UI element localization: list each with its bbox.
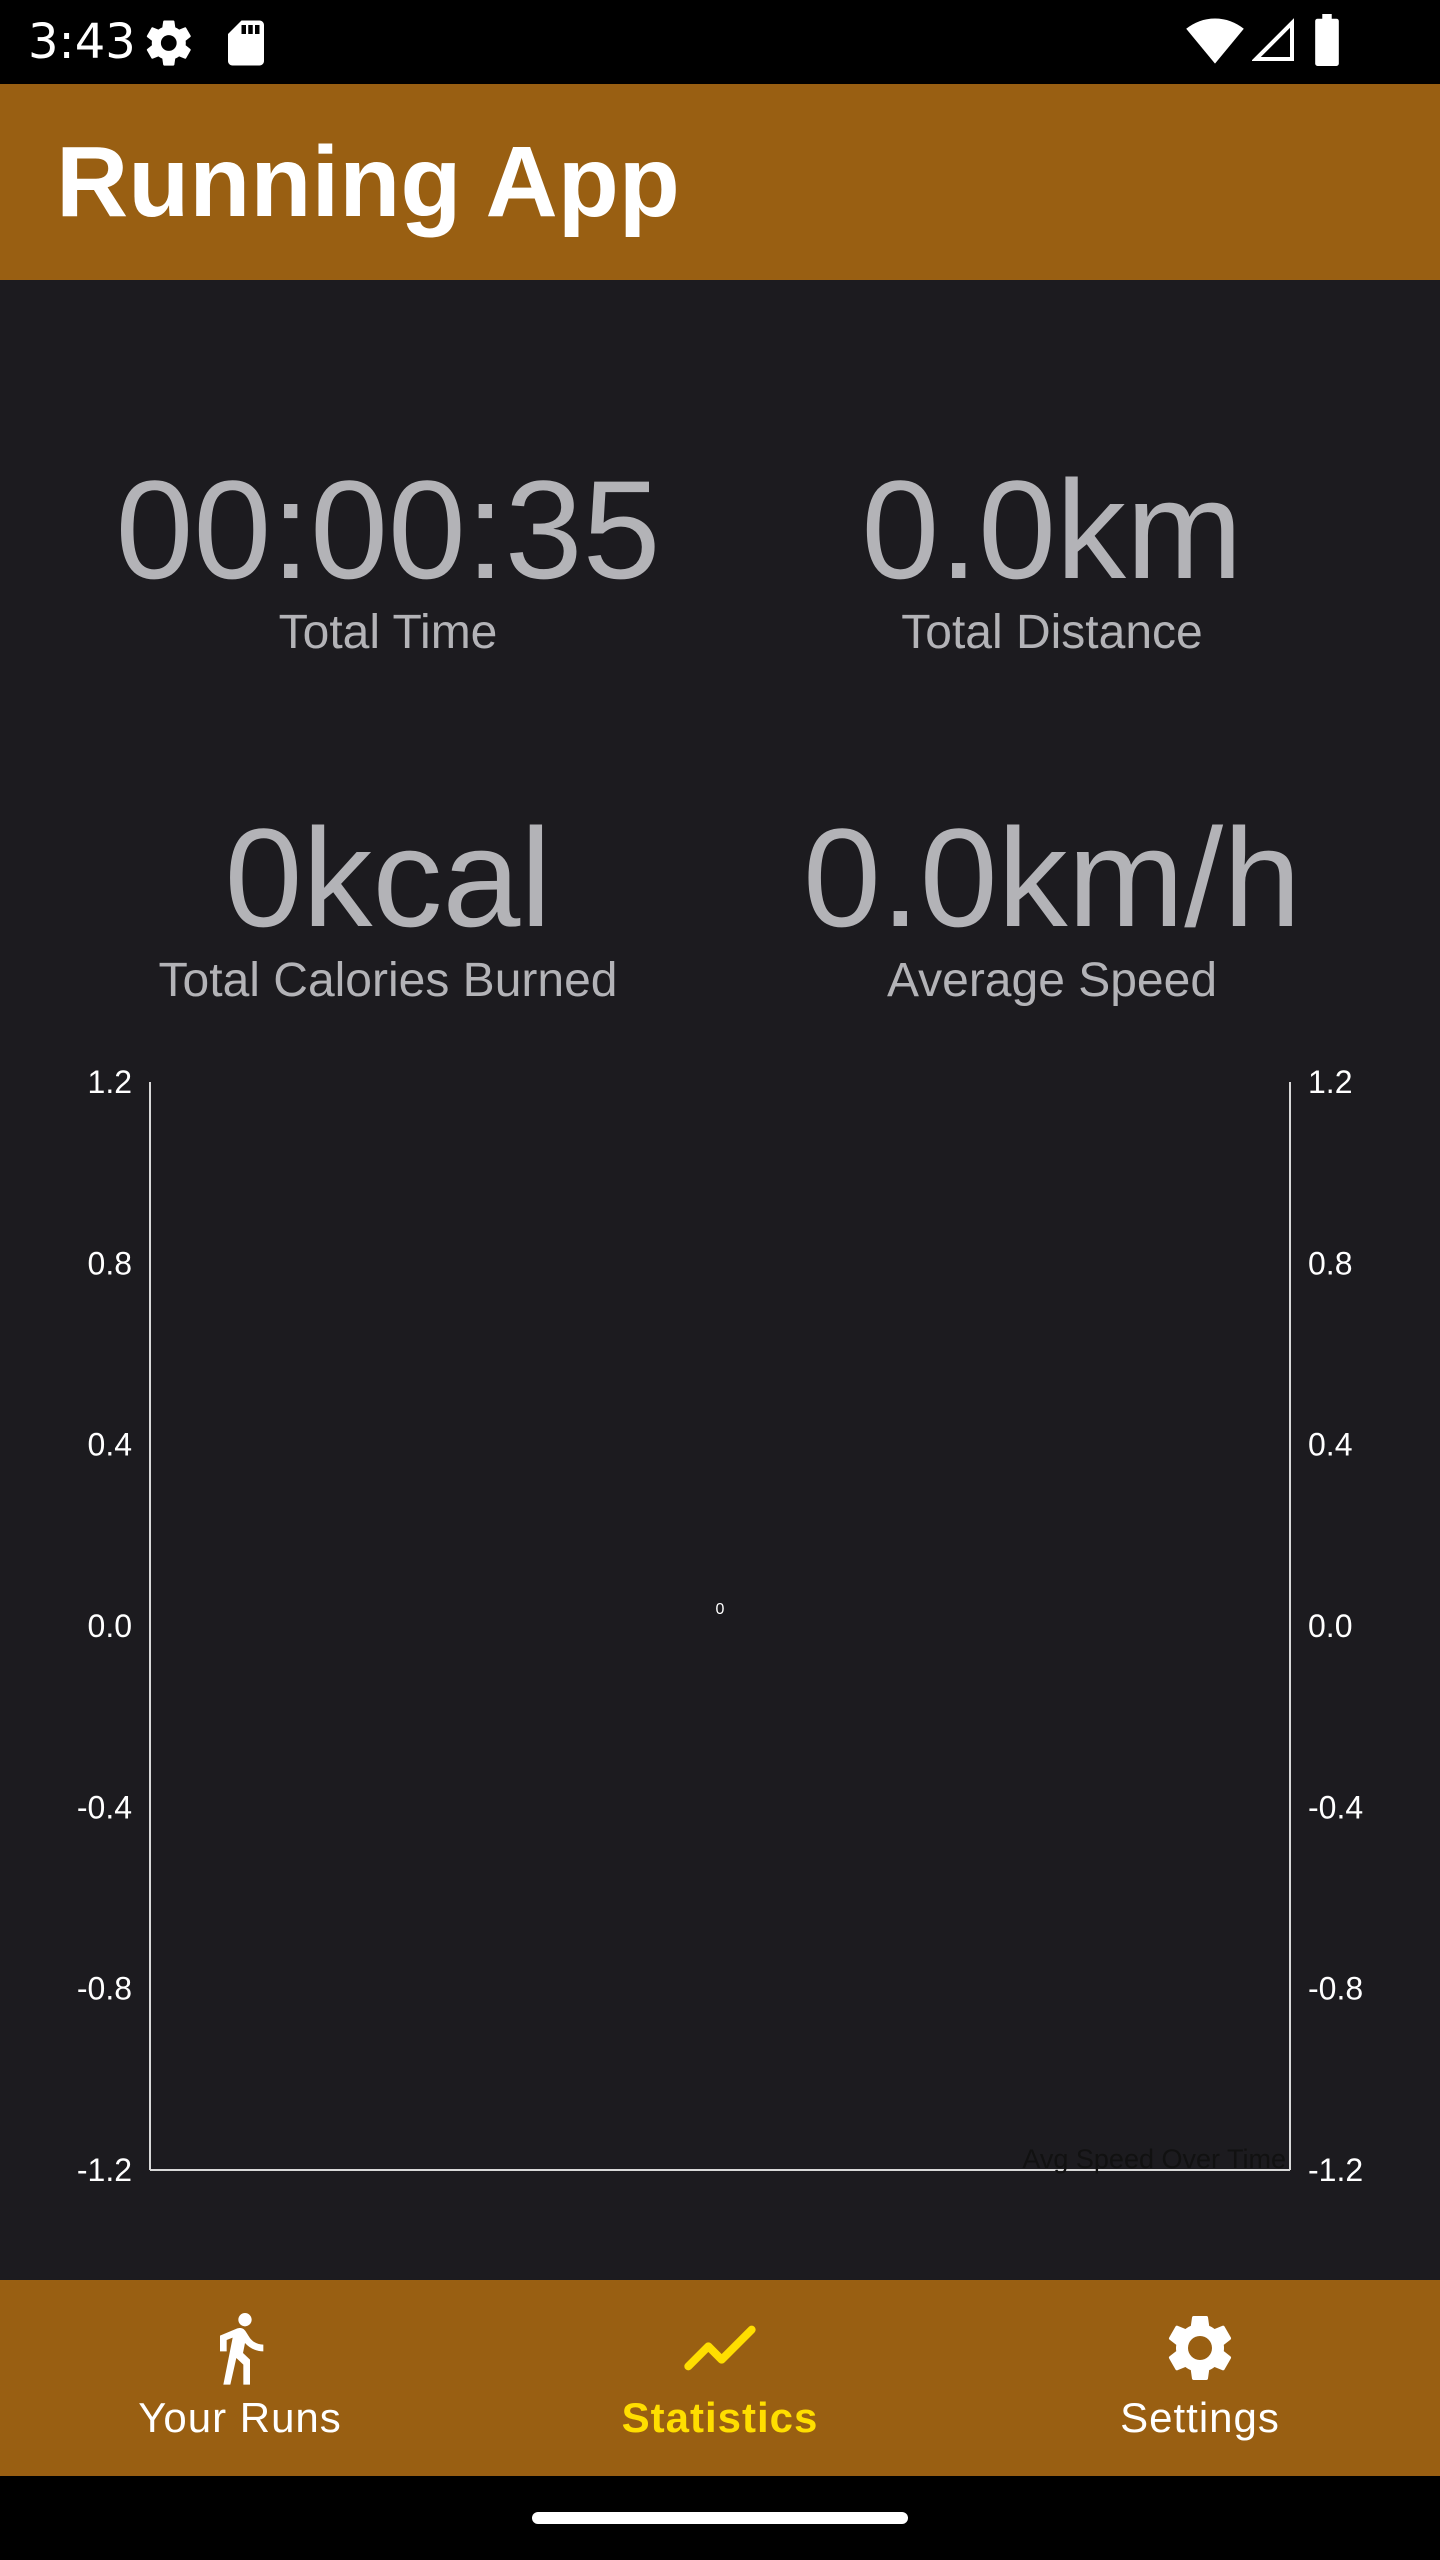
nav-your-runs-label: Your Runs	[138, 2394, 342, 2441]
chart-svg: 1.2 0.8 0.4 0.0 -0.4 -0.8 -1.2 1.2 0.8 0.4 0.0 -0.…	[77, 1064, 1363, 2188]
status-bar: 3:43	[0, 0, 1440, 84]
status-time: 3:43	[28, 14, 136, 70]
total-distance-stat: 0.0km Total Distance	[720, 455, 1384, 663]
battery-icon	[1312, 14, 1342, 71]
nav-statistics[interactable]: Statistics	[480, 2280, 960, 2476]
left-y-tick-label: 1.2	[88, 1064, 132, 1100]
nav-your-runs[interactable]: Your Runs	[0, 2280, 480, 2476]
total-calories-stat: 0kcal Total Calories Burned	[56, 803, 720, 1011]
right-y-tick-label: 0.8	[1308, 1245, 1352, 1281]
home-gesture-handle[interactable]	[532, 2512, 908, 2524]
right-y-tick-label: -1.2	[1308, 2152, 1363, 2188]
left-y-tick-label: 0.8	[88, 1245, 132, 1281]
trending-line-icon	[684, 2325, 756, 2371]
running-person-icon	[220, 2313, 264, 2385]
cell-signal-icon	[1251, 18, 1296, 69]
right-y-tick-label: 0.4	[1308, 1427, 1352, 1463]
wifi-icon	[1186, 18, 1244, 71]
average-speed-value: 0.0km/h	[803, 799, 1301, 956]
total-time-value: 00:00:35	[115, 451, 661, 608]
right-y-ticks: 1.2 0.8 0.4 0.0 -0.4 -0.8 -1.2	[1308, 1064, 1363, 2188]
total-time-label: Total Time	[278, 606, 498, 659]
total-calories-value: 0kcal	[224, 799, 552, 956]
average-speed-stat: 0.0km/h Average Speed	[720, 803, 1384, 1011]
total-calories-label: Total Calories Burned	[158, 954, 618, 1007]
nav-settings[interactable]: Settings	[960, 2280, 1440, 2476]
app-bar: Running App	[0, 84, 1440, 280]
total-distance-label: Total Distance	[901, 606, 1203, 659]
right-y-tick-label: 0.0	[1308, 1608, 1352, 1644]
right-y-tick-label: -0.8	[1308, 1971, 1363, 2007]
total-distance-value: 0.0km	[861, 451, 1243, 608]
bottom-navigation: Your Runs Statistics Settings	[0, 2280, 1440, 2476]
right-y-tick-label: 1.2	[1308, 1064, 1352, 1100]
settings-gear-icon	[142, 16, 196, 75]
gesture-navigation-area	[0, 2476, 1440, 2560]
average-speed-label: Average Speed	[886, 954, 1218, 1007]
chart-bars: 0	[716, 1601, 725, 1618]
chart-description: Avg Speed Over Time	[1022, 2144, 1286, 2174]
left-y-tick-label: -0.8	[77, 1971, 132, 2007]
left-y-ticks: 1.2 0.8 0.4 0.0 -0.4 -0.8 -1.2	[77, 1064, 132, 2188]
nav-statistics-label: Statistics	[621, 2394, 819, 2441]
app-title: Running App	[56, 126, 680, 238]
left-y-tick-label: -0.4	[77, 1789, 132, 1825]
nav-settings-label: Settings	[1120, 2394, 1280, 2441]
left-y-tick-label: 0.4	[88, 1427, 132, 1463]
sd-card-icon	[222, 16, 270, 75]
left-y-tick-label: 0.0	[88, 1608, 132, 1644]
left-y-tick-label: -1.2	[77, 2152, 132, 2188]
chart-value-label: 0	[716, 1601, 725, 1618]
running-app-screen: 3:43 Running App 00:00:35 Total Time 0.0…	[0, 0, 1440, 2560]
avg-speed-chart[interactable]: 1.2 0.8 0.4 0.0 -0.4 -0.8 -1.2 1.2 0.8 0.4 0.0 -0.…	[0, 1040, 1440, 2240]
right-y-tick-label: -0.4	[1308, 1789, 1363, 1825]
total-time-stat: 00:00:35 Total Time	[56, 455, 720, 663]
gear-icon	[1168, 2316, 1232, 2380]
